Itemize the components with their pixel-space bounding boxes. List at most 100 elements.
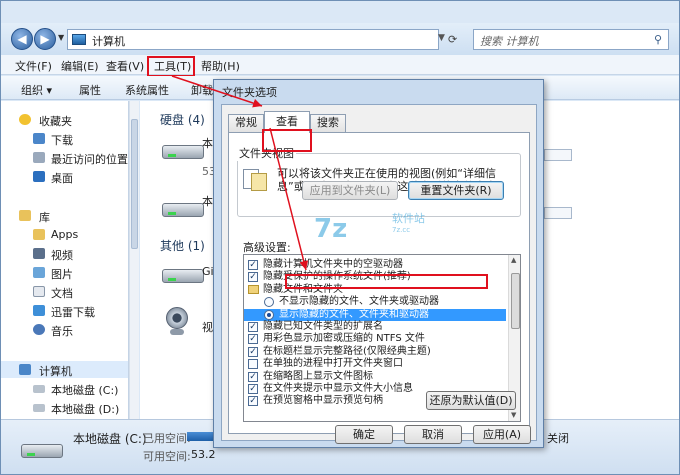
webcam-icon[interactable] bbox=[164, 307, 190, 337]
sidebar-label: 最近访问的位置 bbox=[51, 153, 128, 166]
checkbox-checked[interactable]: ✓ bbox=[248, 384, 258, 394]
scrollbar-thumb[interactable] bbox=[131, 119, 138, 249]
setting-label: 在文件夹提示中显示文件大小信息 bbox=[263, 383, 413, 394]
document-icon bbox=[33, 286, 45, 297]
organize-button[interactable]: 组织 ▾ bbox=[21, 82, 52, 98]
sidebar-item-recent[interactable]: 最近访问的位置 bbox=[1, 149, 128, 166]
radio-selected[interactable] bbox=[264, 309, 274, 320]
address-row: ◀ ▶ ▼ 计算机 ▼ ⟳ 搜索 计算机 ⚲ bbox=[1, 23, 679, 55]
setting-label: 用彩色显示加密或压缩的 NTFS 文件 bbox=[263, 333, 425, 345]
menu-bar: 文件(F) 编辑(E) 查看(V) 工具(T) 帮助(H) bbox=[1, 55, 679, 75]
setting-row[interactable]: ✓ 在标题栏显示完整路径(仅限经典主题) bbox=[244, 346, 506, 358]
setting-row[interactable]: 不显示隐藏的文件、文件夹或驱动器 bbox=[244, 296, 506, 308]
sidebar-item-videos[interactable]: 视频 bbox=[1, 245, 128, 262]
cancel-button[interactable]: 取消 bbox=[404, 425, 462, 444]
setting-row[interactable]: ✓ 在缩略图上显示文件图标 bbox=[244, 371, 506, 383]
sidebar-item-xunlei[interactable]: 迅雷下载 bbox=[1, 302, 128, 319]
advanced-settings-label: 高级设置: bbox=[243, 241, 291, 254]
ok-button[interactable]: 确定 bbox=[335, 425, 393, 444]
watermark-badge: 7z bbox=[314, 214, 348, 244]
usage-bar-fragment bbox=[544, 207, 572, 219]
sidebar-item-downloads[interactable]: 下载 bbox=[1, 130, 128, 147]
setting-row[interactable]: ✓ 隐藏计算机文件夹中的空驱动器 bbox=[244, 259, 506, 271]
drive-icon bbox=[33, 404, 45, 412]
apply-button[interactable]: 应用(A) bbox=[473, 425, 531, 444]
setting-label: 隐藏计算机文件夹中的空驱动器 bbox=[263, 259, 403, 270]
sidebar-item-drive-c[interactable]: 本地磁盘 (C:) bbox=[1, 380, 128, 397]
hard-disk-icon[interactable] bbox=[162, 193, 206, 225]
checkbox-checked[interactable]: ✓ bbox=[248, 322, 258, 332]
sidebar-item-library[interactable]: 库 bbox=[1, 207, 128, 224]
network-drive-icon[interactable] bbox=[162, 259, 206, 291]
view-tab-highlight-box bbox=[262, 129, 312, 152]
back-button[interactable]: ◀ bbox=[11, 28, 33, 50]
menu-help[interactable]: 帮助(H) bbox=[201, 58, 240, 74]
folder-views-icon bbox=[243, 169, 271, 191]
address-bar[interactable]: 计算机 ▼ bbox=[67, 29, 445, 50]
folder-icon bbox=[248, 284, 259, 294]
checkbox-checked[interactable]: ✓ bbox=[248, 334, 258, 345]
download-folder-icon bbox=[33, 133, 45, 144]
setting-row[interactable]: ✓ 隐藏已知文件类型的扩展名 bbox=[244, 321, 506, 333]
checkbox-unchecked[interactable] bbox=[248, 359, 258, 370]
sidebar-item-music[interactable]: 音乐 bbox=[1, 321, 128, 338]
apply-to-folders-button[interactable]: 应用到文件夹(L) bbox=[302, 181, 398, 200]
search-placeholder: 搜索 计算机 bbox=[480, 35, 539, 48]
forward-button[interactable]: ▶ bbox=[34, 28, 56, 50]
folder-icon bbox=[33, 229, 45, 240]
menu-edit[interactable]: 编辑(E) bbox=[61, 58, 99, 74]
status-used-label: 已用空间: bbox=[143, 432, 191, 445]
radio-unselected[interactable] bbox=[264, 297, 274, 308]
scroll-down-icon[interactable]: ▼ bbox=[511, 411, 516, 419]
navigation-scrollbar[interactable] bbox=[129, 101, 139, 419]
watermark-url: 7z.cc bbox=[392, 226, 411, 234]
search-icon[interactable]: ⚲ bbox=[654, 33, 662, 46]
checkbox-checked[interactable]: ✓ bbox=[248, 396, 258, 407]
properties-button[interactable]: 属性 bbox=[79, 82, 101, 98]
setting-label: 显示隐藏的文件、文件夹和驱动器 bbox=[279, 308, 429, 320]
checkbox-checked[interactable]: ✓ bbox=[248, 260, 258, 270]
sidebar-item-favorites[interactable]: 收藏夹 bbox=[1, 111, 128, 128]
checkbox-checked[interactable]: ✓ bbox=[248, 272, 258, 283]
sidebar-item-desktop[interactable]: 桌面 bbox=[1, 168, 128, 185]
recent-places-icon bbox=[33, 152, 45, 163]
scrollbar-thumb[interactable] bbox=[511, 273, 520, 329]
library-icon bbox=[19, 210, 31, 221]
chevron-down-icon[interactable]: ▼ bbox=[438, 33, 445, 43]
search-input[interactable]: 搜索 计算机 ⚲ bbox=[473, 29, 669, 50]
setting-row[interactable]: ✓ 用彩色显示加密或压缩的 NTFS 文件 bbox=[244, 333, 506, 345]
setting-row[interactable]: 显示隐藏的文件、文件夹和驱动器 bbox=[244, 308, 506, 321]
sidebar-item-drive-d[interactable]: 本地磁盘 (D:) bbox=[1, 399, 128, 416]
sidebar-item-computer[interactable]: 计算机 bbox=[1, 361, 128, 378]
show-hidden-highlight-box bbox=[285, 274, 488, 289]
history-dropdown-icon[interactable]: ▼ bbox=[58, 33, 64, 42]
sidebar-label: 迅雷下载 bbox=[51, 306, 95, 319]
scroll-up-icon[interactable]: ▲ bbox=[511, 256, 516, 264]
setting-label: 隐藏已知文件类型的扩展名 bbox=[263, 321, 383, 332]
sidebar-item-pictures[interactable]: 图片 bbox=[1, 264, 128, 281]
sidebar-label: 本地磁盘 (D:) bbox=[51, 403, 120, 416]
menu-view[interactable]: 查看(V) bbox=[106, 58, 144, 74]
tab-search[interactable]: 搜索 bbox=[310, 114, 346, 132]
reset-folders-button[interactable]: 重置文件夹(R) bbox=[408, 181, 504, 200]
sidebar-label: 图片 bbox=[51, 268, 73, 281]
hard-disks-group-title[interactable]: 硬盘 (4) bbox=[160, 111, 205, 128]
checkbox-checked[interactable]: ✓ bbox=[248, 371, 258, 382]
sidebar-label: 库 bbox=[39, 211, 50, 224]
sidebar-item-documents[interactable]: 文档 bbox=[1, 283, 128, 300]
uninstall-button[interactable]: 卸载 bbox=[191, 82, 213, 98]
hard-disk-icon[interactable] bbox=[162, 135, 206, 167]
tab-general[interactable]: 常规 bbox=[228, 114, 264, 132]
setting-row[interactable]: 在单独的进程中打开文件夹窗口 bbox=[244, 358, 506, 370]
item-name-fragment: Gi bbox=[202, 265, 214, 278]
restore-defaults-button[interactable]: 还原为默认值(D) bbox=[426, 391, 516, 410]
system-properties-button[interactable]: 系统属性 bbox=[125, 82, 169, 98]
watermark-site: 软件站 bbox=[392, 212, 425, 225]
computer-icon bbox=[72, 34, 86, 45]
menu-file[interactable]: 文件(F) bbox=[15, 58, 52, 74]
setting-label: 不显示隐藏的文件、文件夹或驱动器 bbox=[279, 296, 439, 308]
other-group-title[interactable]: 其他 (1) bbox=[160, 237, 205, 254]
refresh-icon[interactable]: ⟳ bbox=[448, 33, 457, 46]
sidebar-item-apps[interactable]: Apps bbox=[1, 226, 128, 243]
checkbox-checked[interactable]: ✓ bbox=[248, 346, 258, 357]
